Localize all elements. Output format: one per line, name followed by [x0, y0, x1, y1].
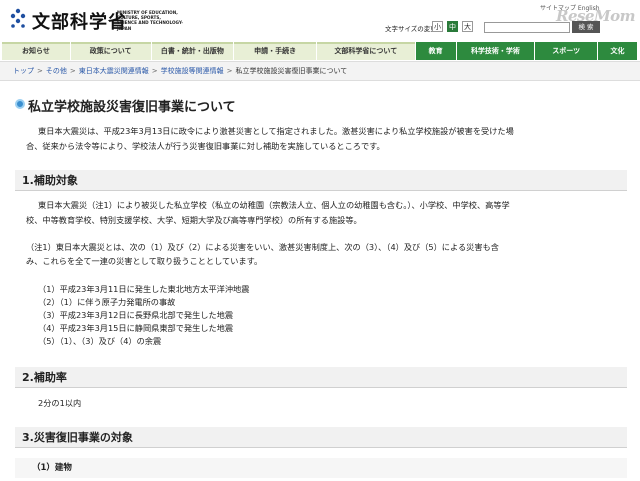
page-title: 私立学校施設災害復旧事業について — [28, 100, 236, 115]
nav-item-sports[interactable]: スポーツ — [535, 42, 598, 60]
title-bullet-icon — [15, 99, 25, 109]
nav-item-science[interactable]: 科学技術・学術 — [456, 42, 535, 60]
nav-item-news[interactable]: お知らせ — [2, 42, 70, 60]
intro-line: 東日本大震災は、平成23年3月13日に政令により激甚災害として指定されました。激… — [38, 126, 514, 136]
font-size-large-button[interactable]: 大 — [462, 21, 473, 32]
logo-text[interactable]: 文部科学省 — [32, 8, 127, 34]
nav-item-policy[interactable]: 政策について — [70, 42, 151, 60]
breadcrumb-separator: > — [37, 67, 43, 75]
disaster-list-item: （2）（1）に伴う原子力発電所の事故 — [38, 297, 176, 307]
breadcrumb-separator: > — [226, 67, 233, 75]
breadcrumb-separator: > — [151, 67, 158, 75]
disaster-list-item: （3）平成23年3月12日に長野県北部で発生した地震 — [38, 310, 234, 320]
nav-item-about[interactable]: 文部科学省について — [317, 42, 415, 60]
logo-sub-line: SCIENCE AND TECHNOLOGY-JAPAN — [117, 20, 184, 31]
disaster-list-item: （1）平成23年3月11日に発生した東北地方太平洋沖地震 — [38, 284, 250, 294]
intro-line: 合、従来から法令等により、学校法人が行う災害復旧事業に対し補助を実施しているとこ… — [26, 141, 385, 151]
search-button[interactable]: 検 索 — [572, 21, 600, 33]
subsection-heading-buildings: （1）建物 — [15, 458, 627, 478]
logo-subtitle: MINISTRY OF EDUCATION, CULTURE, SPORTS, … — [117, 10, 197, 31]
disaster-list-item: （4）平成23年3月15日に静岡県東部で発生した地震 — [38, 323, 234, 333]
section-heading-recovery-target: 3.災害復旧事業の対象 — [15, 427, 627, 448]
breadcrumb-separator: > — [69, 67, 76, 75]
breadcrumb-other[interactable]: その他 — [46, 67, 67, 75]
nav-item-education[interactable]: 教育 — [415, 42, 456, 60]
breadcrumb-current: 私立学校施設災害復旧事業について — [235, 67, 348, 75]
font-size-small-button[interactable]: 小 — [432, 21, 443, 32]
search-input[interactable] — [484, 22, 570, 33]
mext-logo-icon[interactable] — [9, 6, 27, 30]
section-heading-subsidy-target: 1.補助対象 — [15, 170, 627, 191]
breadcrumb-top[interactable]: トップ — [13, 67, 34, 75]
global-nav: お知らせ 政策について 白書・統計・出版物 申請・手続き 文部科学省について 教… — [2, 42, 638, 60]
section1-para-line: 東日本大震災（注1）により被災した私立学校（私立の幼稚園（宗教法人立、個人立の幼… — [38, 200, 510, 210]
nav-item-culture[interactable]: 文化 — [598, 42, 637, 60]
nav-item-publications[interactable]: 白書・統計・出版物 — [151, 42, 234, 60]
section1-note-line: み、これらを全て一連の災害として取り扱うこととしています。 — [26, 256, 263, 266]
font-size-medium-button[interactable]: 中 — [447, 21, 458, 32]
section-heading-subsidy-rate: 2.補助率 — [15, 367, 627, 388]
site-header: 文部科学省 MINISTRY OF EDUCATION, CULTURE, SP… — [0, 0, 640, 40]
disaster-list-item: （5）（1）、（3）及び（4）の余震 — [38, 336, 162, 346]
nav-item-applications[interactable]: 申請・手続き — [234, 42, 316, 60]
section1-note-line: （注1）東日本大震災とは、次の（1）及び（2）による災害をいい、激甚災害制度上、… — [26, 242, 499, 252]
section1-para-line: 校、中等教育学校、特別支援学校、大学、短期大学及び高等専門学校）の所有する施設等… — [26, 215, 362, 225]
subsidy-rate-text: 2分の1以内 — [38, 398, 82, 408]
font-size-label: 文字サイズの変更 — [385, 25, 437, 33]
breadcrumb: トップ > その他 > 東日本大震災関連情報 > 学校施設等関連情報 > 私立学校施設災害復旧事… — [0, 61, 640, 81]
breadcrumb-school-facilities[interactable]: 学校施設等関連情報 — [161, 67, 224, 75]
breadcrumb-earthquake[interactable]: 東日本大震災関連情報 — [79, 67, 149, 75]
